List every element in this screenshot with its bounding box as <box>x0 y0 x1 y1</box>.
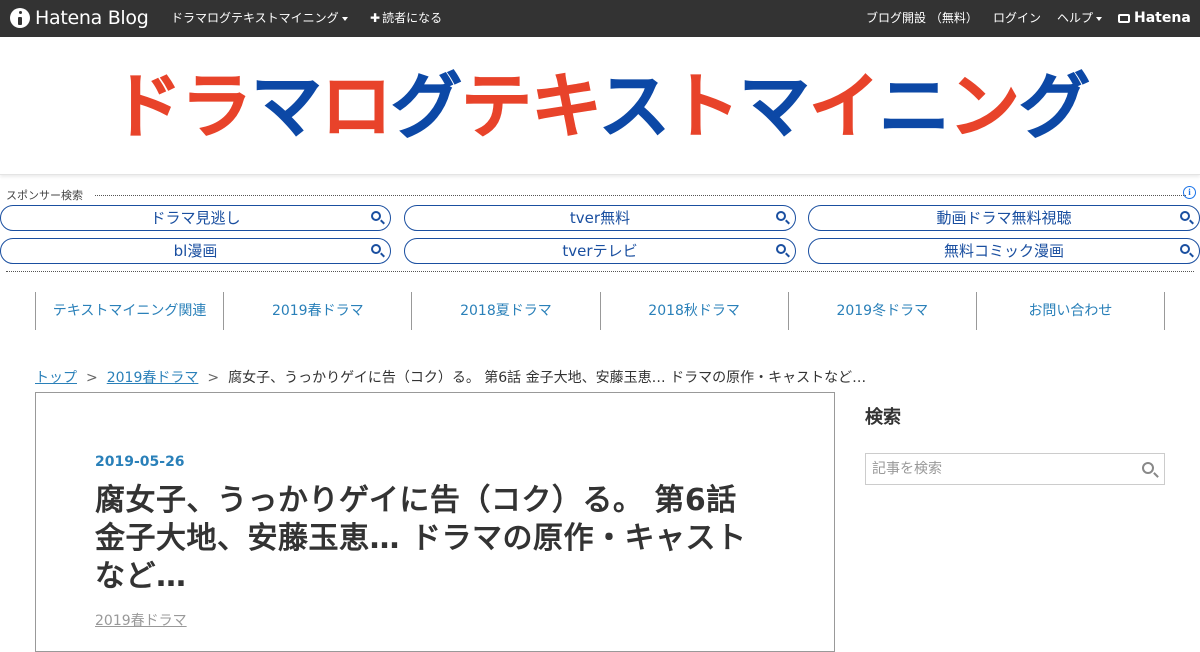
sponsor-search-pill-label: tverテレビ <box>562 242 638 260</box>
hatena-blog-logo[interactable]: Hatena Blog <box>10 6 149 30</box>
sponsor-search-label: スポンサー検索 <box>6 187 87 203</box>
sponsor-search-pill[interactable]: tver無料 <box>404 205 796 231</box>
help-label: ヘルプ <box>1057 11 1094 25</box>
sponsor-search-pill-label: tver無料 <box>569 209 631 227</box>
sponsor-search-pill[interactable]: bl漫画 <box>0 238 391 264</box>
nav-item-2018-autumn[interactable]: 2018秋ドラマ <box>599 292 788 330</box>
sponsor-search-pill[interactable]: tverテレビ <box>404 238 796 264</box>
subscribe-button[interactable]: ✚ 読者になる <box>370 0 442 37</box>
help-dropdown[interactable]: ヘルプ <box>1057 0 1103 37</box>
search-icon <box>776 211 786 221</box>
blog-title-glyph: ニ <box>878 65 950 149</box>
hatena-blog-logo-text: Hatena Blog <box>35 7 149 29</box>
breadcrumb-separator: > <box>86 370 98 386</box>
login-link[interactable]: ログイン <box>993 0 1041 37</box>
entry-title[interactable]: 腐女子、うっかりゲイに告（コク）る。 第6話 金子大地、安藤玉恵… ドラマの原作… <box>95 482 775 596</box>
entry-article: 2019-05-26 腐女子、うっかりゲイに告（コク）る。 第6話 金子大地、安… <box>35 392 835 652</box>
blog-title-glyph: イ <box>808 65 880 149</box>
sponsor-search-pill-label: ドラマ見逃し <box>150 209 241 227</box>
nav-item-2018-summer[interactable]: 2018夏ドラマ <box>411 292 599 330</box>
hatena-mark-icon <box>1118 14 1130 23</box>
sponsor-search-pill-label: 無料コミック漫画 <box>943 242 1064 260</box>
entry-category-link[interactable]: 2019春ドラマ <box>95 610 187 630</box>
blog-title-glyph: グ <box>1019 65 1091 149</box>
entry-date-link[interactable]: 2019-05-26 <box>95 454 185 470</box>
chevron-down-icon <box>1096 16 1103 21</box>
blog-title-glyph: ン <box>948 65 1020 149</box>
breadcrumb: トップ >2019春ドラマ > 腐女子、うっかりゲイに告（コク）る。 第6話 金子大地… <box>35 367 866 387</box>
sidebar-search-title: 検索 <box>865 407 901 428</box>
search-icon[interactable] <box>1142 462 1154 474</box>
breadcrumb-top-link[interactable]: トップ <box>35 370 77 386</box>
search-icon <box>371 244 381 254</box>
search-icon <box>1180 244 1190 254</box>
blog-title-glyph: グ <box>391 65 463 149</box>
nav-item-text-mining[interactable]: テキストマイニング関連 <box>35 292 223 330</box>
blog-menu-dropdown[interactable]: ドラマログテキストマイニング <box>171 0 348 37</box>
open-blog-link[interactable]: ブログ開設 （無料） <box>866 0 978 37</box>
subscribe-label: 読者になる <box>382 11 443 25</box>
search-icon <box>1180 211 1190 221</box>
sponsor-search-pill[interactable]: ドラマ見逃し <box>0 205 391 231</box>
blog-title-glyph: マ <box>738 65 810 149</box>
sponsor-search-pill-label: 動画ドラマ無料視聴 <box>936 209 1072 227</box>
search-icon <box>371 211 381 221</box>
blog-title-glyph: ト <box>668 65 740 149</box>
breadcrumb-separator: > <box>207 370 220 386</box>
sidebar-search-box <box>865 453 1165 485</box>
nav-item-contact[interactable]: お問い合わせ <box>975 292 1166 330</box>
search-icon <box>776 244 786 254</box>
blog-title-glyph: ロ <box>320 65 392 149</box>
blog-header-banner: ドラマログテキストマイニング <box>0 37 1200 175</box>
sponsor-search-pill[interactable]: 無料コミック漫画 <box>808 238 1200 264</box>
hatena-topbar: Hatena Blog ドラマログテキストマイニング ✚ 読者になる ブログ開設 … <box>0 0 1200 37</box>
blog-title-glyph: ドラ <box>110 65 252 149</box>
nav-item-2019-spring[interactable]: 2019春ドラマ <box>223 292 411 330</box>
blog-title-glyph: マ <box>250 65 322 149</box>
sidebar-search-input[interactable] <box>866 454 1148 484</box>
sponsor-search-pill-label: bl漫画 <box>173 242 218 260</box>
blog-title-glyph: ス <box>598 65 670 149</box>
hatena-label: Hatena <box>1134 10 1191 26</box>
blog-title-glyph: テ <box>461 65 533 149</box>
hatena-blog-logo-icon <box>10 8 30 28</box>
sponsor-divider <box>95 195 1186 196</box>
hatena-link[interactable]: Hatena <box>1118 0 1191 37</box>
global-nav: テキストマイニング関連 2019春ドラマ 2018夏ドラマ 2018秋ドラマ 2… <box>35 292 1166 330</box>
blog-title-logo[interactable]: ドラマログテキストマイニング <box>0 57 1200 157</box>
sponsor-search-pill[interactable]: 動画ドラマ無料視聴 <box>808 205 1200 231</box>
breadcrumb-category-link[interactable]: 2019春ドラマ <box>107 370 199 386</box>
info-icon[interactable]: i <box>1183 186 1196 199</box>
nav-item-2019-winter[interactable]: 2019冬ドラマ <box>787 292 976 330</box>
sponsor-bottom-divider <box>6 271 1194 272</box>
blog-title-glyph: キ <box>531 65 601 149</box>
blog-menu-label: ドラマログテキストマイニング <box>171 11 339 25</box>
plus-icon: ✚ <box>370 11 381 25</box>
breadcrumb-current: 腐女子、うっかりゲイに告（コク）る。 第6話 金子大地、安藤玉恵… ドラマの原作… <box>228 370 867 386</box>
chevron-down-icon <box>341 16 348 21</box>
